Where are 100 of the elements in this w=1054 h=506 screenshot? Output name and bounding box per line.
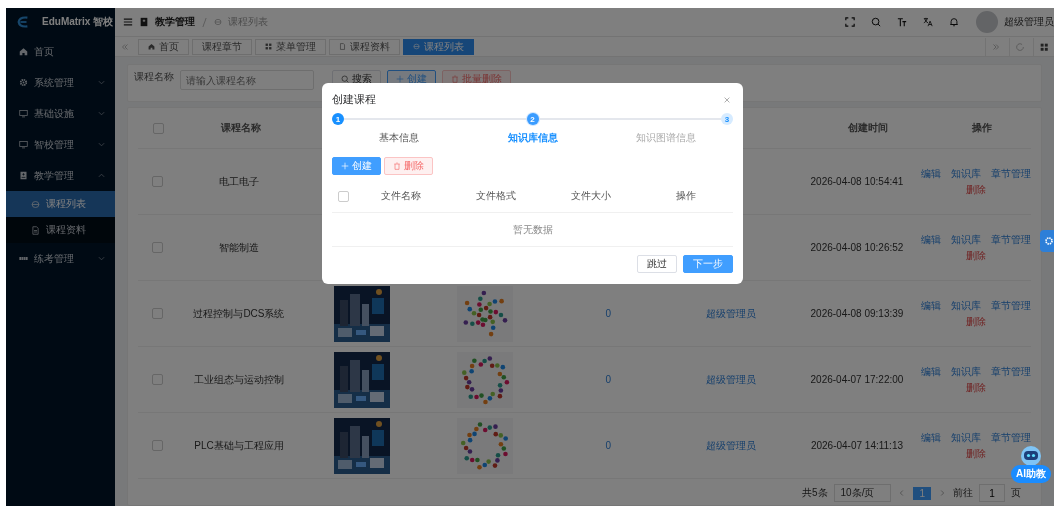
course-name: PLC基础与工程应用: [194, 438, 284, 453]
course-name-field[interactable]: 请输入课程名称: [180, 70, 314, 90]
book-icon: [19, 171, 28, 180]
assistant-button[interactable]: AI助教: [1011, 465, 1051, 483]
course-name: 工业组态与运动控制: [193, 372, 284, 387]
action-link[interactable]: 删除: [965, 248, 986, 263]
monitor-icon: [19, 140, 28, 149]
trash-icon: [451, 75, 459, 83]
row-checkbox[interactable]: [152, 176, 164, 187]
sidebar-item[interactable]: 教学管理: [6, 160, 115, 191]
action-link[interactable]: 知识库: [950, 430, 981, 445]
page-number[interactable]: 1: [913, 486, 931, 500]
trash-icon: [393, 162, 401, 170]
page-tab[interactable]: 课程资料: [329, 38, 400, 55]
page-tab[interactable]: 首页: [138, 38, 189, 55]
font-size-icon[interactable]: [897, 17, 907, 27]
book-icon: [139, 17, 149, 27]
page-tab[interactable]: 课程列表: [403, 38, 474, 55]
action-link[interactable]: 删除: [965, 182, 986, 197]
row-checkbox[interactable]: [152, 374, 164, 385]
footer-button[interactable]: 跳过: [637, 255, 677, 273]
fullscreen-icon[interactable]: [845, 17, 855, 27]
sidebar-subitem[interactable]: 课程列表: [6, 191, 115, 217]
count-link[interactable]: 0: [605, 308, 612, 319]
count-link[interactable]: 0: [605, 374, 612, 385]
action-link[interactable]: 编辑: [920, 364, 941, 379]
action-link[interactable]: 知识库: [950, 364, 981, 379]
step-number: 1: [332, 113, 344, 125]
row-checkbox[interactable]: [152, 242, 164, 253]
search-icon[interactable]: [871, 17, 881, 27]
action-link[interactable]: 编辑: [920, 232, 941, 247]
home-icon: [148, 43, 155, 50]
action-link[interactable]: 章节管理: [990, 364, 1031, 379]
settings-icon: [1044, 236, 1054, 246]
count-link[interactable]: 0: [605, 440, 612, 451]
sidebar-item[interactable]: 练考管理: [6, 243, 115, 274]
column-header: 操作: [675, 190, 696, 201]
sidebar-item[interactable]: 系统管理: [6, 67, 115, 98]
page-tab[interactable]: 课程章节: [192, 38, 252, 55]
avatar[interactable]: [976, 11, 998, 33]
page-size-select[interactable]: 10条/页: [833, 484, 892, 502]
dialog-button[interactable]: 创建: [332, 157, 381, 175]
dialog-button[interactable]: 删除: [384, 157, 433, 175]
plus-icon: [396, 75, 404, 83]
sidebar-item[interactable]: 基础设施: [6, 98, 115, 129]
creator-link[interactable]: 超级管理员: [706, 306, 757, 321]
chevron-up-icon: [98, 173, 105, 178]
creator-link[interactable]: 超级管理员: [706, 372, 757, 387]
bell-icon[interactable]: [949, 17, 959, 27]
footer-button[interactable]: 下一步: [683, 255, 733, 273]
creator-link[interactable]: 超级管理员: [706, 438, 757, 453]
column-header: 创建时间: [848, 121, 888, 135]
plus-icon: [341, 162, 349, 170]
action-link[interactable]: 章节管理: [990, 232, 1031, 247]
user-name[interactable]: 超级管理员: [1004, 15, 1054, 29]
home-icon: [19, 47, 28, 56]
field-label: 课程名称: [134, 70, 174, 84]
menu-icon[interactable]: [123, 17, 133, 27]
course-name: 智能制造: [218, 240, 259, 255]
action-link[interactable]: 编辑: [920, 166, 941, 181]
step-label: 基本信息: [378, 131, 419, 145]
step-number: 3: [721, 113, 733, 125]
chevron-down-icon: [98, 111, 105, 116]
layers-icon: [214, 18, 222, 26]
goto-page-field[interactable]: 1: [979, 484, 1005, 502]
step-label: 知识库信息: [507, 131, 558, 145]
column-header: 文件大小: [570, 190, 611, 201]
action-link[interactable]: 知识库: [950, 298, 981, 313]
action-link[interactable]: 编辑: [920, 430, 941, 445]
sidebar-item[interactable]: 智校管理: [6, 129, 115, 160]
action-link[interactable]: 章节管理: [990, 430, 1031, 445]
action-link[interactable]: 删除: [965, 380, 986, 395]
action-link[interactable]: 编辑: [920, 298, 941, 313]
sidebar-item[interactable]: 首页: [6, 36, 115, 67]
close-icon[interactable]: [723, 95, 731, 104]
created-time: 2026-04-07 17:22:00: [810, 374, 904, 385]
select-all-checkbox[interactable]: [152, 122, 164, 134]
select-all-checkbox[interactable]: [337, 190, 349, 202]
sidebar-subitem[interactable]: 课程资料: [6, 217, 115, 243]
action-link[interactable]: 知识库: [950, 232, 981, 247]
brand-name: EduMatrix 智校: [42, 15, 114, 29]
row-checkbox[interactable]: [152, 308, 164, 319]
breadcrumb-item[interactable]: 教学管理: [155, 15, 195, 29]
total-count: 共5条: [801, 486, 828, 500]
robot-icon[interactable]: [1019, 445, 1043, 467]
action-link[interactable]: 删除: [965, 446, 986, 461]
translate-icon[interactable]: [923, 17, 933, 27]
step-number: 2: [526, 113, 539, 125]
course-name: 电工电子: [218, 174, 259, 189]
action-link[interactable]: 知识库: [950, 166, 981, 181]
column-header: 文件名称: [381, 190, 422, 201]
page-tab[interactable]: 菜单管理: [255, 38, 326, 55]
created-time: 2026-04-08 10:54:41: [810, 176, 904, 187]
created-time: 2026-04-08 09:13:39: [810, 308, 904, 319]
action-link[interactable]: 章节管理: [990, 298, 1031, 313]
column-header: 文件格式: [476, 190, 517, 201]
row-checkbox[interactable]: [152, 440, 164, 451]
action-link[interactable]: 章节管理: [990, 166, 1031, 181]
action-link[interactable]: 删除: [965, 314, 986, 329]
settings-tab[interactable]: [1040, 230, 1054, 252]
